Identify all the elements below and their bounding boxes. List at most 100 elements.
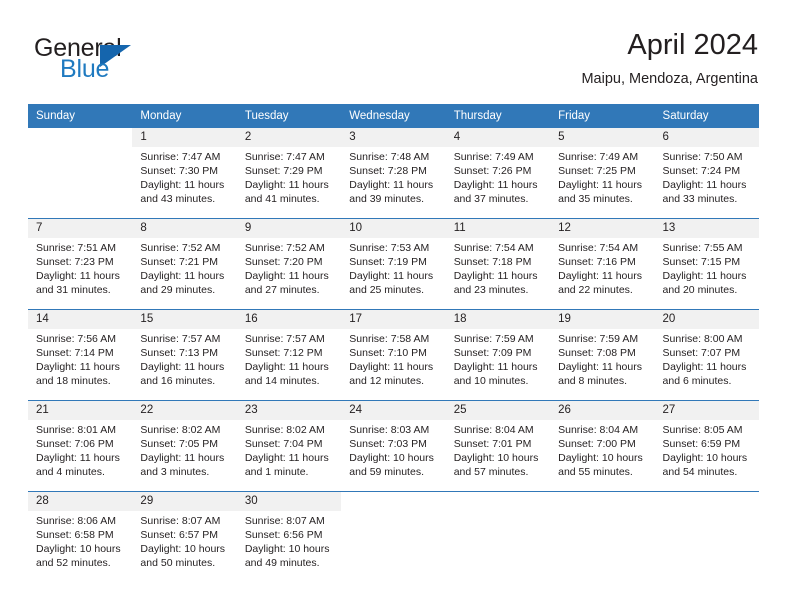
day-number-cell[interactable]: 30 bbox=[236, 491, 342, 511]
sunrise-text: Sunrise: 8:07 AM bbox=[244, 514, 325, 527]
daylight-text-line2: and 33 minutes. bbox=[662, 193, 738, 206]
day-info-cell[interactable]: Sunrise: 7:54 AM Sunset: 7:18 PM Daylight:… bbox=[445, 237, 551, 310]
daylight-text-line2: and 50 minutes. bbox=[140, 556, 216, 569]
weekday-header-friday: Friday bbox=[550, 104, 655, 128]
day-number-cell[interactable]: 19 bbox=[550, 309, 655, 329]
day-number-cell[interactable]: 9 bbox=[236, 218, 342, 238]
day-number-cell[interactable]: 10 bbox=[341, 218, 446, 238]
day-number-cell[interactable]: 26 bbox=[550, 400, 655, 420]
day-number-cell[interactable]: 29 bbox=[132, 491, 237, 511]
day-info-cell[interactable]: Sunrise: 7:49 AM Sunset: 7:26 PM Daylight:… bbox=[445, 147, 551, 219]
day-number-cell[interactable]: 25 bbox=[445, 400, 551, 420]
day-info-cell[interactable]: Sunrise: 8:07 AM Sunset: 6:57 PM Daylight:… bbox=[132, 510, 237, 582]
daylight-text-line1: Daylight: 11 hours bbox=[662, 270, 747, 283]
title-block: April 2024 Maipu, Mendoza, Argentina bbox=[581, 28, 758, 89]
sunrise-text: Sunrise: 7:56 AM bbox=[36, 332, 116, 345]
day-info-cell[interactable]: Sunrise: 7:58 AM Sunset: 7:10 PM Daylight:… bbox=[341, 328, 446, 401]
daylight-text-line2: and 27 minutes. bbox=[244, 284, 320, 297]
day-number-cell[interactable]: 11 bbox=[445, 218, 551, 238]
daylight-text-line2: and 57 minutes. bbox=[453, 465, 529, 478]
day-info-cell[interactable]: Sunrise: 8:01 AM Sunset: 7:06 PM Daylight:… bbox=[28, 419, 133, 492]
sunrise-text: Sunrise: 8:02 AM bbox=[140, 423, 221, 436]
daylight-text-line1: Daylight: 10 hours bbox=[244, 542, 330, 555]
day-number-cell[interactable]: 7 bbox=[28, 218, 133, 238]
sunset-text: Sunset: 7:10 PM bbox=[349, 346, 427, 359]
day-number-cell[interactable]: 24 bbox=[341, 400, 446, 420]
day-info-cell[interactable]: Sunrise: 8:04 AM Sunset: 7:00 PM Daylight:… bbox=[550, 419, 655, 492]
day-info-cell[interactable]: Sunrise: 8:00 AM Sunset: 7:07 PM Daylight:… bbox=[654, 328, 759, 401]
day-info-cell[interactable]: Sunrise: 7:56 AM Sunset: 7:14 PM Daylight:… bbox=[28, 328, 133, 401]
day-info-cell[interactable]: Sunrise: 8:07 AM Sunset: 6:56 PM Daylight:… bbox=[236, 510, 342, 582]
sunset-text: Sunset: 7:23 PM bbox=[36, 255, 114, 268]
day-info-cell[interactable]: Sunrise: 7:59 AM Sunset: 7:08 PM Daylight:… bbox=[550, 328, 655, 401]
day-number-cell[interactable]: 1 bbox=[132, 128, 237, 147]
day-info-cell[interactable]: Sunrise: 7:50 AM Sunset: 7:24 PM Daylight:… bbox=[654, 147, 759, 219]
day-info-cell[interactable]: Sunrise: 7:54 AM Sunset: 7:16 PM Daylight:… bbox=[550, 237, 655, 310]
daylight-text-line2: and 41 minutes. bbox=[244, 193, 320, 206]
sunrise-text: Sunrise: 7:52 AM bbox=[244, 241, 325, 254]
brand-logo[interactable]: General Blue bbox=[34, 34, 264, 86]
sunset-text: Sunset: 7:09 PM bbox=[453, 346, 532, 359]
day-number-cell[interactable]: 15 bbox=[132, 309, 237, 329]
day-number-cell[interactable]: 16 bbox=[236, 309, 342, 329]
sunrise-text: Sunrise: 8:07 AM bbox=[140, 514, 221, 527]
day-number-cell[interactable]: 4 bbox=[445, 128, 551, 147]
daylight-text-line2: and 23 minutes. bbox=[453, 284, 529, 297]
day-info-cell[interactable]: Sunrise: 7:49 AM Sunset: 7:25 PM Daylight:… bbox=[550, 147, 655, 219]
day-info-cell[interactable]: Sunrise: 7:53 AM Sunset: 7:19 PM Daylight:… bbox=[341, 237, 446, 310]
daylight-text-line2: and 54 minutes. bbox=[662, 465, 738, 478]
day-number-cell[interactable]: 13 bbox=[654, 218, 759, 238]
calendar-header-row: Sunday Monday Tuesday Wednesday Thursday… bbox=[28, 104, 759, 128]
daylight-text-line1: Daylight: 11 hours bbox=[453, 360, 538, 373]
day-info-cell[interactable]: Sunrise: 8:02 AM Sunset: 7:04 PM Daylight:… bbox=[236, 419, 342, 492]
day-number-cell[interactable]: 3 bbox=[341, 128, 446, 147]
daylight-text-line1: Daylight: 11 hours bbox=[36, 270, 120, 283]
day-number-cell[interactable]: 2 bbox=[236, 128, 342, 147]
day-number-cell[interactable]: 21 bbox=[28, 400, 133, 420]
sunset-text: Sunset: 6:59 PM bbox=[662, 437, 741, 450]
day-number-cell[interactable]: 8 bbox=[132, 218, 237, 238]
day-info-cell[interactable]: Sunrise: 7:57 AM Sunset: 7:12 PM Daylight:… bbox=[236, 328, 342, 401]
day-number-cell[interactable]: 5 bbox=[550, 128, 655, 147]
sunset-text: Sunset: 7:15 PM bbox=[662, 255, 741, 268]
day-number-cell[interactable]: 6 bbox=[654, 128, 759, 147]
day-number-cell[interactable]: 12 bbox=[550, 218, 655, 238]
day-info-cell[interactable]: Sunrise: 7:52 AM Sunset: 7:21 PM Daylight:… bbox=[132, 237, 237, 310]
sunrise-text: Sunrise: 8:05 AM bbox=[662, 423, 743, 436]
sunrise-text: Sunrise: 7:57 AM bbox=[244, 332, 325, 345]
daylight-text-line1: Daylight: 11 hours bbox=[349, 179, 434, 192]
sunrise-text: Sunrise: 8:06 AM bbox=[36, 514, 116, 527]
day-info-cell[interactable]: Sunrise: 7:51 AM Sunset: 7:23 PM Daylight:… bbox=[28, 237, 133, 310]
daylight-text-line2: and 37 minutes. bbox=[453, 193, 529, 206]
day-number-cell[interactable]: 23 bbox=[236, 400, 342, 420]
sunset-text: Sunset: 7:26 PM bbox=[453, 165, 532, 178]
day-info-cell[interactable]: Sunrise: 8:04 AM Sunset: 7:01 PM Daylight:… bbox=[445, 419, 551, 492]
day-info-cell[interactable]: Sunrise: 7:57 AM Sunset: 7:13 PM Daylight:… bbox=[132, 328, 237, 401]
day-info-cell[interactable]: Sunrise: 8:05 AM Sunset: 6:59 PM Daylight:… bbox=[654, 419, 759, 492]
day-info-cell[interactable]: Sunrise: 8:06 AM Sunset: 6:58 PM Daylight:… bbox=[28, 510, 133, 582]
day-info-cell[interactable]: Sunrise: 7:59 AM Sunset: 7:09 PM Daylight:… bbox=[445, 328, 551, 401]
day-number-cell[interactable]: 22 bbox=[132, 400, 237, 420]
day-info-cell[interactable]: Sunrise: 7:55 AM Sunset: 7:15 PM Daylight:… bbox=[654, 237, 759, 310]
day-number-cell[interactable]: 17 bbox=[341, 309, 446, 329]
day-number-cell[interactable]: 20 bbox=[654, 309, 759, 329]
daylight-text-line2: and 31 minutes. bbox=[36, 284, 111, 297]
day-info-cell[interactable]: Sunrise: 8:02 AM Sunset: 7:05 PM Daylight:… bbox=[132, 419, 237, 492]
daylight-text-line1: Daylight: 11 hours bbox=[349, 270, 434, 283]
day-number-cell[interactable]: 28 bbox=[28, 491, 133, 511]
day-info-cell[interactable]: Sunrise: 7:47 AM Sunset: 7:29 PM Daylight:… bbox=[236, 147, 342, 219]
day-number-cell[interactable]: 14 bbox=[28, 309, 133, 329]
day-info-cell[interactable]: Sunrise: 7:47 AM Sunset: 7:30 PM Daylight:… bbox=[132, 147, 237, 219]
sunrise-text: Sunrise: 8:02 AM bbox=[244, 423, 325, 436]
weekday-header-sunday: Sunday bbox=[28, 104, 133, 128]
day-number-cell[interactable]: 27 bbox=[654, 400, 759, 420]
day-info-cell[interactable]: Sunrise: 8:03 AM Sunset: 7:03 PM Daylight:… bbox=[341, 419, 446, 492]
daylight-text-line1: Daylight: 10 hours bbox=[453, 451, 539, 464]
weekday-header-monday: Monday bbox=[132, 104, 237, 128]
day-info-cell[interactable]: Sunrise: 7:52 AM Sunset: 7:20 PM Daylight:… bbox=[236, 237, 342, 310]
page-title: April 2024 bbox=[627, 29, 758, 61]
daylight-text-line1: Daylight: 11 hours bbox=[453, 179, 538, 192]
day-info-cell[interactable]: Sunrise: 7:48 AM Sunset: 7:28 PM Daylight:… bbox=[341, 147, 446, 219]
day-number-cell[interactable]: 18 bbox=[445, 309, 551, 329]
weekday-header-tuesday: Tuesday bbox=[236, 104, 342, 128]
